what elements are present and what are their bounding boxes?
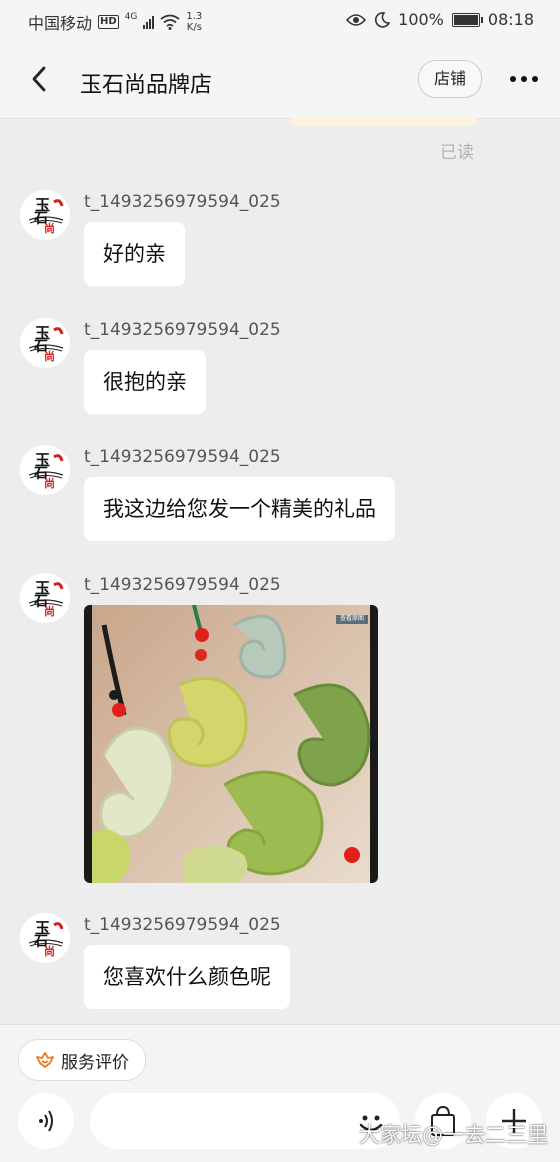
- avatar[interactable]: 玉 石 尚: [20, 913, 70, 963]
- hd-badge: HD: [98, 15, 119, 29]
- avatar[interactable]: 玉 石 尚: [20, 318, 70, 368]
- net-speed: 1.3 K/s: [186, 11, 202, 33]
- battery-icon: [451, 12, 483, 27]
- more-dots-icon[interactable]: [510, 76, 538, 82]
- net-speed-value: 1.3: [186, 11, 203, 22]
- back-arrow-icon[interactable]: [26, 64, 56, 94]
- watermark: 大家坛@一去二三里: [359, 1123, 548, 1147]
- sender-name: t_1493256979594_025: [84, 320, 281, 340]
- battery-percent: 100%: [398, 10, 444, 29]
- previous-message-bubble[interactable]: [290, 118, 476, 126]
- read-receipt: 已读: [440, 143, 474, 163]
- sender-name: t_1493256979594_025: [84, 192, 281, 212]
- service-review-label: 服务评价: [61, 1052, 129, 1073]
- sender-name: t_1493256979594_025: [84, 575, 281, 595]
- status-right: 100% 08:18: [346, 10, 534, 29]
- status-bar: 中国移动 HD 4G 1.3 K/s 100% 08:18: [0, 0, 560, 42]
- page-title: 玉石尚品牌店: [80, 73, 213, 98]
- avatar-char-bottom: 尚: [44, 945, 55, 958]
- sender-name: t_1493256979594_025: [84, 915, 281, 935]
- avatar[interactable]: 玉 石 尚: [20, 573, 70, 623]
- avatar[interactable]: 玉 石 尚: [20, 445, 70, 495]
- nav-bar: 玉石尚品牌店 店铺: [0, 42, 560, 119]
- eye-icon: [346, 13, 367, 26]
- net-speed-unit: K/s: [186, 22, 202, 33]
- view-original-badge[interactable]: 查看原图: [336, 614, 368, 624]
- service-icon: [36, 1052, 54, 1068]
- service-review-button[interactable]: 服务评价: [18, 1039, 146, 1081]
- voice-icon: [39, 1110, 53, 1132]
- message-bubble[interactable]: 您喜欢什么颜色呢: [84, 945, 290, 1009]
- message-bubble[interactable]: 我这边给您发一个精美的礼品: [84, 477, 395, 541]
- clock: 08:18: [487, 10, 534, 29]
- shop-button[interactable]: 店铺: [418, 60, 482, 98]
- jade-pendant-photo: [92, 605, 371, 883]
- avatar[interactable]: 玉 石 尚: [20, 190, 70, 240]
- sender-name: t_1493256979594_025: [84, 447, 281, 467]
- avatar-char-bottom: 尚: [44, 477, 55, 490]
- avatar-char-bottom: 尚: [44, 222, 55, 235]
- message-bubble[interactable]: 好的亲: [84, 222, 185, 286]
- avatar-char-bottom: 尚: [44, 605, 55, 618]
- carrier-name: 中国移动: [28, 14, 93, 33]
- moon-icon: [375, 11, 391, 28]
- image-message[interactable]: 查看原图: [84, 605, 378, 883]
- voice-button[interactable]: [18, 1093, 74, 1149]
- status-left: 中国移动 HD 4G 1.3 K/s: [28, 10, 202, 34]
- wifi-icon: [160, 14, 180, 30]
- avatar-char-bottom: 尚: [44, 350, 55, 363]
- signal-icon: [143, 15, 155, 29]
- network-type: 4G: [124, 12, 138, 22]
- message-bubble[interactable]: 很抱的亲: [84, 350, 206, 414]
